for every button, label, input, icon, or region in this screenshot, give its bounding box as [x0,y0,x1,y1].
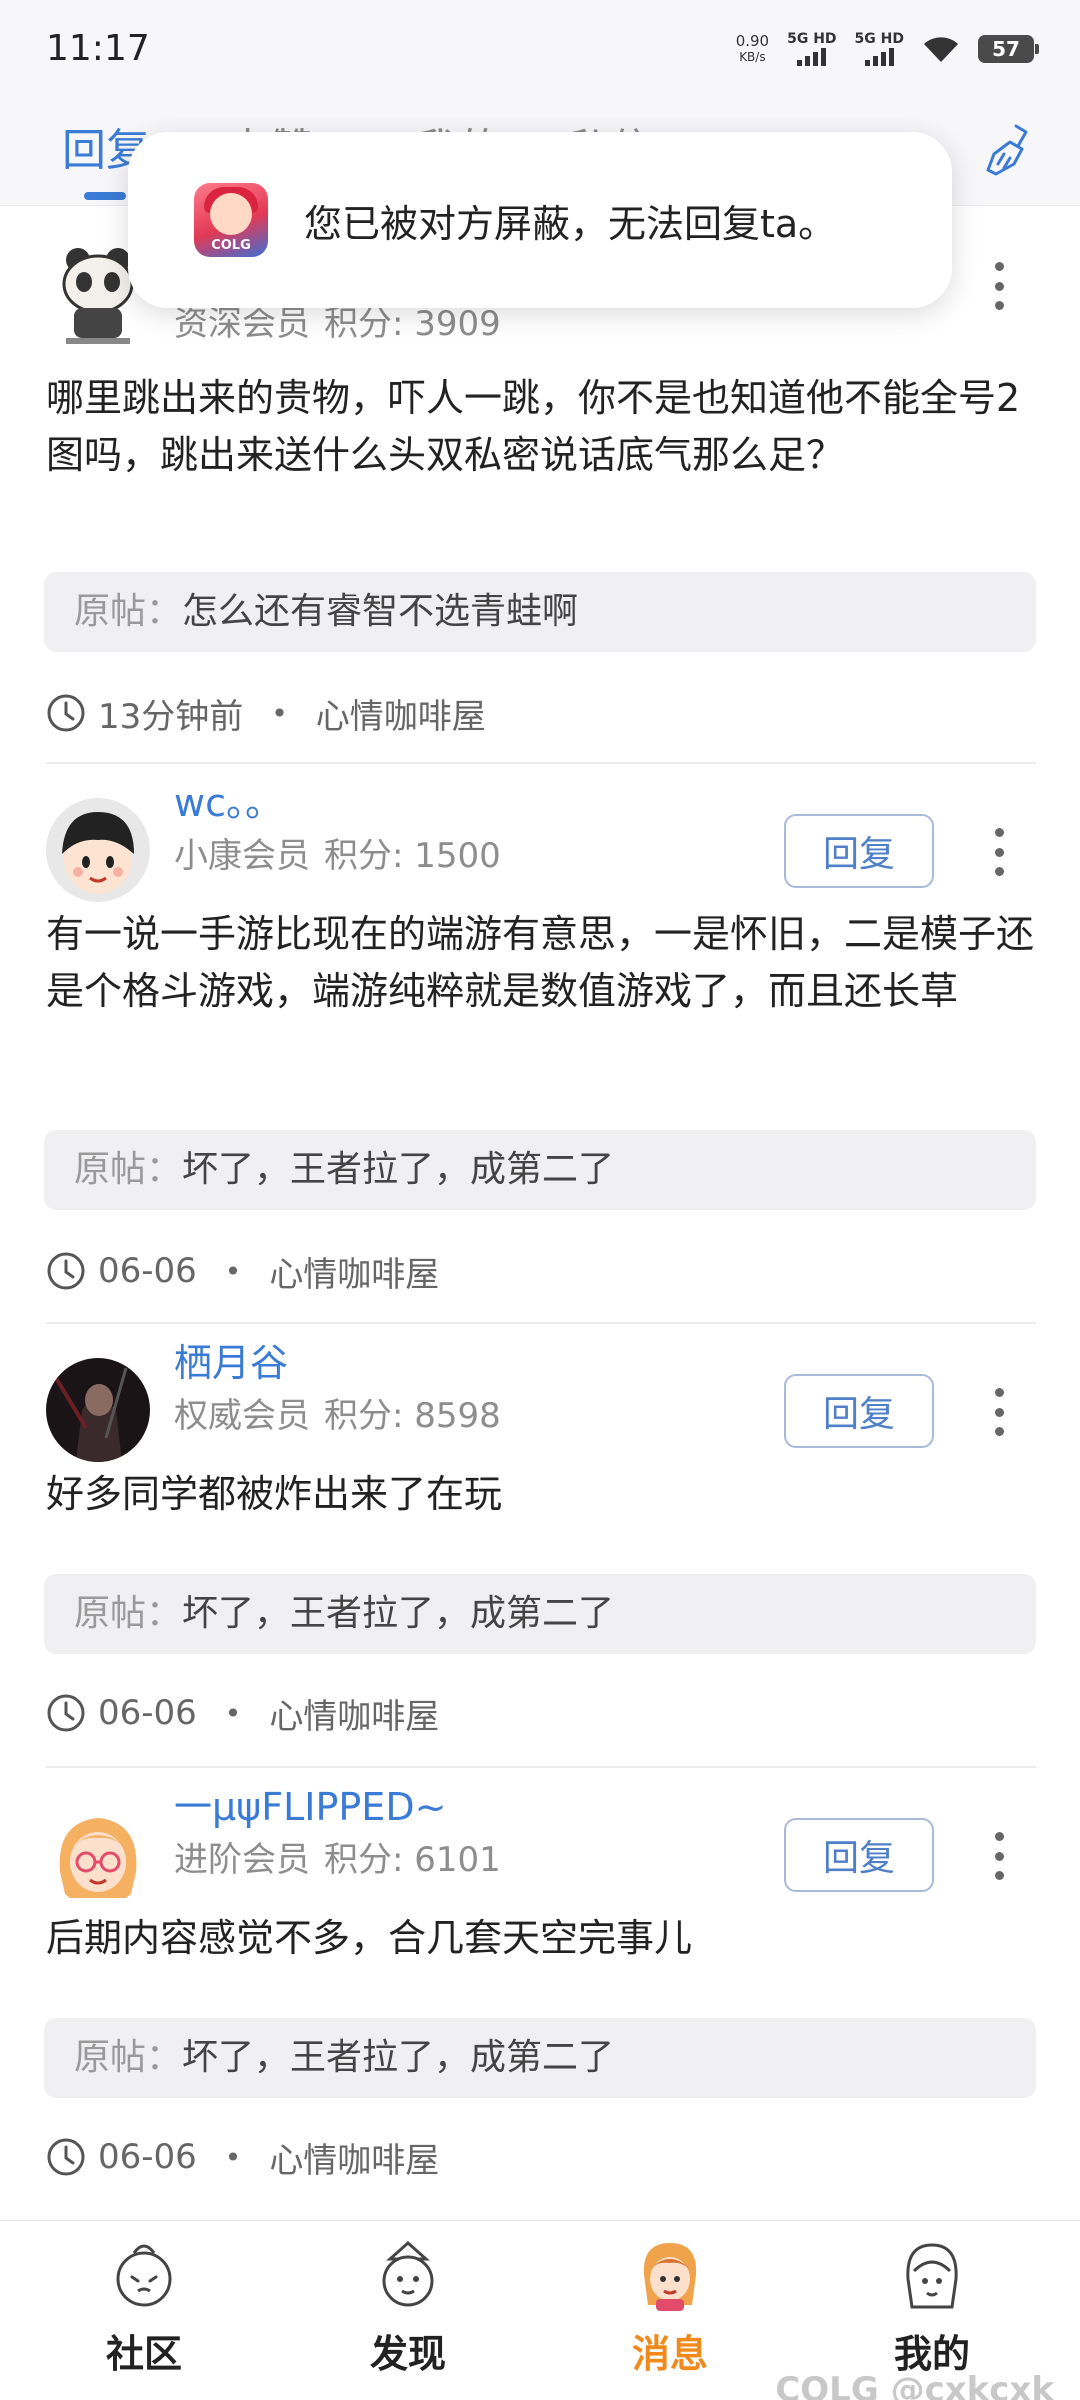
original-post-quote[interactable]: 原帖：坏了，王者拉了，成第二了 [44,2018,1036,2098]
username[interactable]: 栖月谷 [174,1332,288,1387]
original-post-quote[interactable]: 原帖：坏了，王者拉了，成第二了 [44,1574,1036,1654]
user-level: 小康会员 积分: 1500 [174,836,501,876]
reply-time: 06-06 [98,2137,197,2177]
signal-icon: 5G HD [855,32,904,66]
forum-name[interactable]: 心情咖啡屋 [269,2133,439,2182]
app-brand-text: COLG [211,238,251,253]
clock-icon [47,1694,85,1732]
reply-meta: 13分钟前 • 心情咖啡屋 [46,688,486,738]
nav-label: 消息 [631,2332,708,2376]
divider [46,1766,1036,1768]
reply-time: 06-06 [98,1693,197,1733]
status-bar: 11:17 0.90 KB/s 5G HD 5G HD 57 [0,0,1080,100]
status-time: 11:17 [46,28,150,69]
active-tab-indicator [84,192,126,200]
network-speed-value: 0.90 [735,32,770,50]
clear-all-icon[interactable] [976,118,1040,182]
clock-icon [47,1252,85,1290]
user-level: 权威会员 积分: 8598 [174,1396,501,1436]
divider [46,762,1036,764]
quote-text: 坏了，王者拉了，成第二了 [182,1149,615,1190]
nav-messages[interactable]: 消息 [580,2235,760,2395]
nav-discover[interactable]: 发现 [318,2235,498,2395]
nav-label: 社区 [105,2332,182,2376]
quote-label: 原帖： [74,2037,183,2078]
reply-content: 后期内容感觉不多，合几套天空完事儿 [46,1916,693,1960]
forum-name[interactable]: 心情咖啡屋 [269,1689,439,1738]
more-options-icon[interactable] [984,1382,1014,1442]
sim1-label: 5G HD [787,31,837,47]
clock-icon [47,2138,85,2176]
original-post-quote[interactable]: 原帖：坏了，王者拉了，成第二了 [44,1130,1036,1210]
reply-content: 有一说一手游比现在的端游有意思，一是怀旧，二是模子还是个格斗游戏，端游纯粹就是数… [46,912,1035,1013]
network-speed: 0.90 KB/s [736,33,769,65]
username[interactable]: 一μψFLIPPED~ [174,1776,446,1831]
profile-icon [906,2243,958,2309]
reply-meta: 06-06 • 心情咖啡屋 [46,2132,439,2182]
quote-text: 坏了，王者拉了，成第二了 [182,2037,615,2078]
reply-time: 06-06 [98,1251,197,1291]
nav-label: 发现 [369,2332,446,2376]
divider [46,1322,1036,1324]
forum-name[interactable]: 心情咖啡屋 [316,689,486,738]
discover-icon [382,2240,434,2307]
reply-content: 好多同学都被炸出来了在玩 [46,1472,503,1516]
reply-meta: 06-06 • 心情咖啡屋 [46,1246,439,1296]
nav-community[interactable]: 社区 [54,2235,234,2395]
status-icons: 0.90 KB/s 5G HD 5G HD 57 [736,31,1039,66]
more-options-icon[interactable] [984,1826,1014,1886]
signal-icon: 5G HD [787,31,837,66]
quote-label: 原帖： [74,1149,183,1190]
battery-icon: 57 [978,35,1039,63]
original-post-quote[interactable]: 原帖：怎么还有睿智不选青蛙啊 [44,572,1036,652]
quote-label: 原帖： [74,591,183,632]
reply-time: 13分钟前 [98,696,244,737]
user-level: 进阶会员 积分: 6101 [174,1840,501,1880]
more-options-icon[interactable] [984,256,1014,316]
avatar[interactable] [46,1358,150,1462]
message-icon [643,2243,697,2311]
community-icon [116,2244,172,2307]
wifi-icon [924,37,958,62]
blocked-toast: COLG 您已被对方屏蔽，无法回复ta。 [128,132,952,308]
quote-text: 怎么还有睿智不选青蛙啊 [182,591,579,632]
username[interactable]: wc。。 [174,772,283,827]
reply-button[interactable]: 回复 [784,1818,934,1892]
reply-button[interactable]: 回复 [784,1374,934,1448]
toast-message: 您已被对方屏蔽，无法回复ta。 [304,201,837,246]
sim2-label: 5G HD [854,31,904,47]
network-speed-unit: KB/s [739,50,766,64]
avatar[interactable] [46,1802,150,1906]
quote-text: 坏了，王者拉了，成第二了 [182,1593,615,1634]
avatar[interactable] [46,798,150,902]
forum-name[interactable]: 心情咖啡屋 [269,1247,439,1296]
reply-content: 哪里跳出来的贵物，吓人一跳，你不是也知道他不能全号2图吗，跳出来送什么头双私密说… [46,376,1021,477]
reply-button[interactable]: 回复 [784,814,934,888]
clock-icon [47,694,85,732]
colg-app-icon: COLG [194,183,268,257]
watermark: COLG @cxkcxk [775,2370,1054,2400]
quote-label: 原帖： [74,1593,183,1634]
reply-meta: 06-06 • 心情咖啡屋 [46,1688,439,1738]
more-options-icon[interactable] [984,822,1014,882]
